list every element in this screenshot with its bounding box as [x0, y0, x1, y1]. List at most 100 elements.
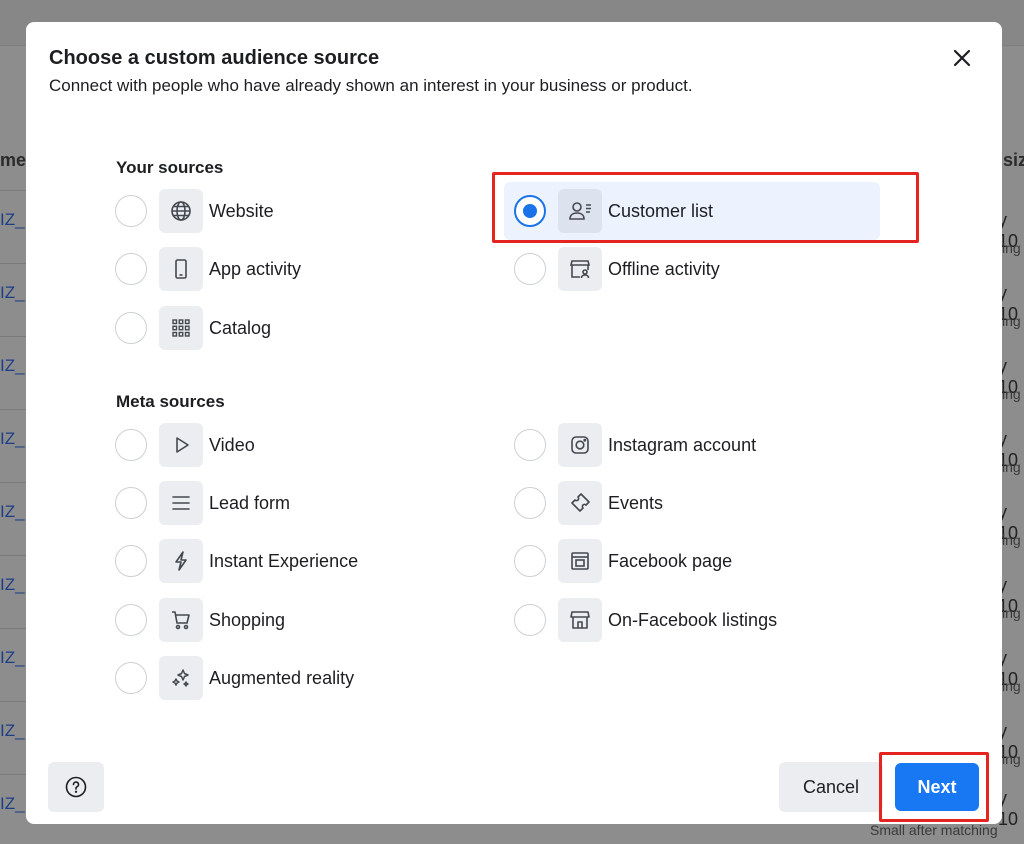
option-facebook-page[interactable]: Facebook page [514, 532, 814, 590]
option-label: Facebook page [608, 550, 733, 571]
radio-catalog[interactable] [115, 312, 147, 344]
background-bottom-note: Small after matching [870, 822, 998, 838]
option-video[interactable]: Video [115, 416, 415, 474]
instagram-icon [571, 436, 589, 454]
background-row-link: IZ_ [0, 794, 25, 813]
background-row-divider [0, 628, 26, 629]
option-label: Video [209, 434, 255, 455]
option-events[interactable]: Events [514, 474, 814, 532]
option-label: Lead form [209, 492, 291, 513]
radio-facebook-page[interactable] [514, 545, 546, 577]
background-row-size-note: ing [1002, 313, 1021, 329]
option-icon-box [159, 481, 203, 525]
option-instant-experience[interactable]: Instant Experience [115, 532, 435, 590]
close-icon [953, 49, 971, 67]
radio-instagram-account[interactable] [514, 429, 546, 461]
option-icon-box [558, 247, 602, 291]
option-app-activity[interactable]: App activity [115, 240, 415, 298]
background-row-link: IZ_ [0, 648, 25, 667]
background-row-link: IZ_ [0, 721, 25, 740]
background-row-size-note: ing [1002, 459, 1021, 475]
background-row-divider [0, 701, 26, 702]
radio-on-facebook-listings[interactable] [514, 604, 546, 636]
option-icon-box [159, 306, 203, 350]
option-offline-activity[interactable]: Offline activity [514, 240, 814, 298]
background-row-divider [0, 774, 26, 775]
background-row-link: IZ_ [0, 356, 25, 375]
help-button[interactable] [48, 762, 104, 812]
background-row-size-note: ing [1002, 532, 1021, 548]
option-augmented-reality[interactable]: Augmented reality [115, 649, 435, 707]
option-icon-box [558, 539, 602, 583]
ticket-icon [571, 493, 590, 512]
option-icon-box [159, 189, 203, 233]
option-catalog[interactable]: Catalog [115, 299, 415, 357]
option-label: Website [209, 200, 274, 221]
dialog-title: Choose a custom audience source [49, 47, 380, 69]
play-icon [176, 437, 189, 453]
background-row-size-note: ing [1002, 386, 1021, 402]
radio-offline-activity[interactable] [514, 253, 546, 285]
background-row-size-note: ing [1002, 240, 1021, 256]
option-icon-box [159, 598, 203, 642]
background-row-link: IZ_ [0, 575, 25, 594]
radio-instant-experience[interactable] [115, 545, 147, 577]
option-icon-box [159, 423, 203, 467]
background-row-divider [0, 263, 26, 264]
background-row-divider [0, 409, 26, 410]
lines-icon [172, 496, 190, 510]
background-row-link: IZ_ [0, 429, 25, 448]
background-row-divider [0, 555, 26, 556]
bolt-icon [175, 551, 187, 571]
audience-source-dialog: Choose a custom audience source Connect … [26, 22, 1002, 824]
option-label: Offline activity [608, 258, 720, 279]
person-list-icon [569, 202, 591, 220]
option-customer-list[interactable]: Customer list [504, 182, 880, 240]
sparkles-icon [172, 669, 189, 687]
radio-augmented-reality[interactable] [115, 662, 147, 694]
page-icon [571, 552, 589, 570]
background-row-divider [0, 482, 26, 483]
phone-icon [175, 259, 187, 279]
radio-events[interactable] [514, 487, 546, 519]
option-icon-box [558, 423, 602, 467]
background-row-size-note: ing [1002, 751, 1021, 767]
option-icon-box [558, 189, 602, 233]
background-row-divider [0, 336, 26, 337]
store-person-icon [569, 260, 591, 279]
radio-shopping[interactable] [115, 604, 147, 636]
meta-sources-heading: Meta sources [116, 392, 225, 411]
radio-lead-form[interactable] [115, 487, 147, 519]
option-shopping[interactable]: Shopping [115, 591, 415, 649]
dialog-subtitle: Connect with people who have already sho… [49, 76, 693, 95]
globe-icon [171, 201, 191, 221]
background-row-size-note: ing [1002, 678, 1021, 694]
option-label: Shopping [209, 609, 286, 630]
option-label: Catalog [209, 317, 272, 338]
option-label: On-Facebook listings [608, 609, 778, 630]
radio-customer-list[interactable] [514, 195, 546, 227]
option-on-facebook-listings[interactable]: On-Facebook listings [514, 591, 854, 649]
option-label: App activity [209, 258, 302, 279]
option-icon-box [558, 598, 602, 642]
option-label: Instant Experience [209, 550, 359, 571]
radio-website[interactable] [115, 195, 147, 227]
option-label: Instagram account [608, 434, 757, 455]
option-lead-form[interactable]: Lead form [115, 474, 415, 532]
next-button[interactable]: Next [895, 763, 979, 811]
grid-icon [172, 319, 190, 337]
background-row-link: IZ_ [0, 283, 25, 302]
background-row-link: IZ_ [0, 502, 25, 521]
cancel-button[interactable]: Cancel [779, 762, 883, 812]
option-icon-box [159, 656, 203, 700]
option-icon-box [159, 539, 203, 583]
storefront-icon [570, 611, 590, 629]
close-button[interactable] [948, 44, 976, 72]
radio-app-activity[interactable] [115, 253, 147, 285]
background-row-size-note: ing [1002, 605, 1021, 621]
option-website[interactable]: Website [115, 182, 415, 240]
option-instagram-account[interactable]: Instagram account [514, 416, 834, 474]
background-row-link: IZ_ [0, 210, 25, 229]
radio-video[interactable] [115, 429, 147, 461]
background-column-header: me [0, 150, 27, 170]
